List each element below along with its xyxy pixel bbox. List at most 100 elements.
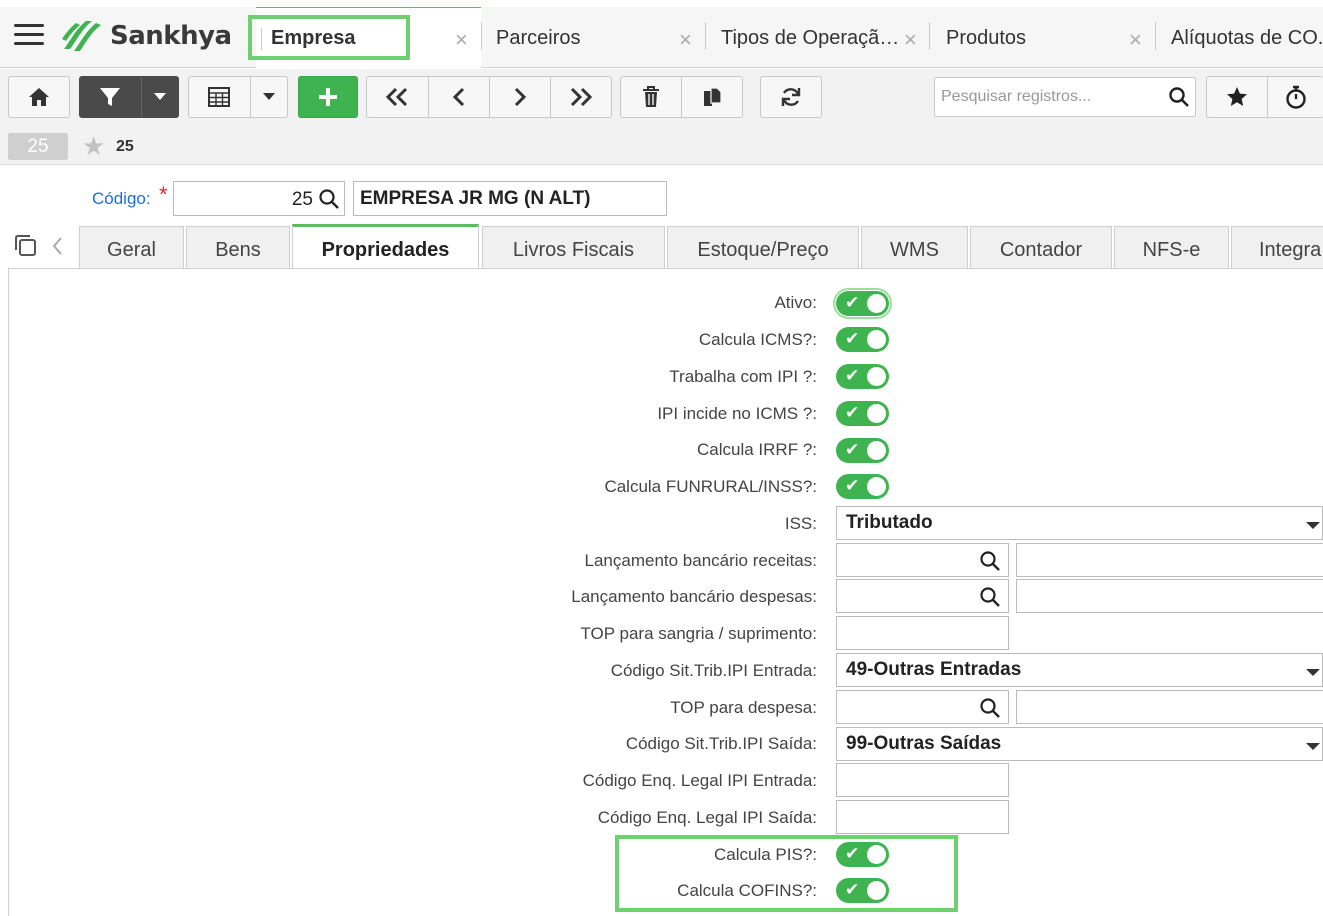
add-icon — [319, 88, 337, 106]
ativo-label: Ativo: — [774, 293, 817, 312]
check-icon: ✔ — [845, 329, 860, 348]
cst-ipi-entrada-value: 49-Outras Entradas — [846, 659, 1022, 680]
filter-main[interactable] — [80, 77, 141, 117]
refresh-button[interactable] — [760, 76, 822, 118]
trabalha-ipi-toggle[interactable]: ✔ — [836, 364, 889, 389]
search-box — [934, 77, 1196, 117]
grid-dropdown[interactable] — [249, 77, 287, 117]
cst-ipi-saida-value: 99-Outras Saídas — [846, 733, 1002, 754]
enq-ipi-saida-field[interactable] — [836, 800, 1009, 834]
grid-view-button[interactable] — [188, 76, 288, 118]
favorite-button[interactable] — [1207, 77, 1267, 117]
top-despesa-code-field[interactable] — [836, 690, 1009, 724]
search-icon[interactable] — [980, 698, 1000, 724]
trash-icon — [643, 86, 659, 107]
search-icon[interactable] — [980, 551, 1000, 577]
close-icon[interactable]: × — [455, 27, 468, 53]
search-icon[interactable] — [980, 587, 1000, 613]
tab-estoque-preco[interactable]: Estoque/Preço — [667, 226, 859, 269]
search-icon[interactable] — [1169, 87, 1189, 113]
ipi-incide-icms-toggle[interactable]: ✔ — [836, 401, 889, 426]
calcula-irrf-toggle[interactable]: ✔ — [836, 438, 889, 463]
app-tab-label: Tipos de Operaçã… — [721, 26, 899, 49]
add-button[interactable] — [298, 76, 358, 118]
app-tab-label: Parceiros — [496, 26, 581, 49]
app-tab-label: Produtos — [946, 26, 1027, 49]
app-tab-label: Alíquotas de CO. — [1171, 26, 1323, 49]
grid-main[interactable] — [189, 77, 250, 117]
top-sangria-label: TOP para sangria / suprimento: — [580, 624, 817, 643]
cst-ipi-saida-label: Código Sit.Trib.IPI Saída: — [625, 734, 817, 753]
ipi-incide-icms-label: IPI incide no ICMS ?: — [657, 404, 817, 423]
panel-border — [8, 268, 9, 916]
codigo-label[interactable]: Código: — [92, 189, 151, 209]
required-icon: * — [159, 182, 168, 207]
home-icon — [29, 88, 49, 106]
cst-ipi-entrada-label: Código Sit.Trib.IPI Entrada: — [610, 661, 817, 680]
tab-bens[interactable]: Bens — [186, 226, 290, 269]
check-icon: ✔ — [845, 403, 860, 422]
timer-button[interactable] — [1267, 77, 1323, 117]
lanc-despesas-code-field[interactable] — [836, 579, 1009, 613]
previous-record-button[interactable] — [427, 77, 490, 117]
first-record-button[interactable] — [367, 77, 428, 117]
app-tab-produtos[interactable]: Produtos × — [930, 8, 1154, 68]
iss-select[interactable]: Tributado — [836, 506, 1323, 540]
cst-ipi-entrada-select[interactable]: 49-Outras Entradas — [836, 653, 1323, 687]
tab-geral[interactable]: Geral — [79, 226, 184, 269]
top-despesa-desc-field — [1016, 690, 1323, 724]
lanc-receitas-desc-field — [1016, 543, 1323, 577]
calcula-icms-toggle[interactable]: ✔ — [836, 327, 889, 352]
chevron-left-icon[interactable] — [51, 236, 63, 256]
top-sangria-field[interactable] — [836, 616, 1009, 650]
filter-button[interactable] — [79, 76, 179, 118]
brand-name: Sankhya — [110, 21, 232, 51]
prev-icon — [452, 87, 464, 107]
enq-ipi-entrada-label: Código Enq. Legal IPI Entrada: — [582, 771, 817, 790]
ativo-toggle[interactable]: ✔ — [833, 288, 892, 319]
lanc-receitas-label[interactable]: Lançamento bancário receitas: — [585, 551, 817, 571]
close-icon[interactable]: × — [1129, 27, 1142, 53]
copy-icon — [704, 87, 722, 106]
tab-integracao[interactable]: Integra — [1231, 226, 1323, 269]
tabs-divider — [8, 268, 1323, 269]
delete-button[interactable] — [621, 77, 681, 117]
close-icon[interactable]: × — [679, 27, 692, 53]
lanc-despesas-label[interactable]: Lançamento bancário despesas: — [571, 587, 817, 607]
search-input[interactable] — [935, 78, 1160, 116]
lanc-receitas-code-field[interactable] — [836, 543, 1009, 577]
app-tab-parceiros[interactable]: Parceiros × — [482, 8, 704, 68]
calcula-irrf-label: Calcula IRRF ?: — [697, 440, 817, 459]
enq-ipi-entrada-field[interactable] — [836, 763, 1009, 797]
first-icon — [386, 87, 408, 107]
codigo-field[interactable]: 25 — [173, 181, 345, 216]
close-icon[interactable]: × — [904, 27, 917, 53]
filter-dropdown[interactable] — [140, 77, 178, 117]
next-record-button[interactable] — [489, 77, 550, 117]
star-icon — [1227, 87, 1248, 106]
last-record-button[interactable] — [549, 77, 612, 117]
highlight-pis-cofins — [615, 835, 958, 912]
app-tab-tipos-operacao[interactable]: Tipos de Operaçã… × — [706, 8, 928, 68]
tab-livros-fiscais[interactable]: Livros Fiscais — [482, 226, 665, 269]
navigation-group — [366, 76, 612, 118]
timer-icon — [1286, 85, 1306, 109]
caret-down-icon — [1306, 669, 1320, 676]
calcula-funrural-toggle[interactable]: ✔ — [836, 474, 889, 499]
tab-nfse[interactable]: NFS-e — [1114, 226, 1229, 269]
check-icon: ✔ — [845, 476, 860, 495]
tab-wms[interactable]: WMS — [861, 226, 968, 269]
search-icon[interactable] — [319, 189, 339, 215]
menu-icon[interactable] — [14, 24, 44, 48]
duplicate-button[interactable] — [681, 77, 742, 117]
cst-ipi-saida-select[interactable]: 99-Outras Saídas — [836, 727, 1323, 761]
record-bar: 25 ★ 25 — [0, 127, 1323, 165]
copy-tabs-icon[interactable] — [14, 234, 38, 258]
filter-icon — [100, 88, 121, 106]
tab-propriedades[interactable]: Propriedades — [292, 224, 479, 269]
top-despesa-label[interactable]: TOP para despesa: — [670, 698, 817, 718]
app-tab-aliquotas[interactable]: Alíquotas de CO. — [1156, 8, 1323, 68]
home-button[interactable] — [8, 76, 70, 118]
tab-contador[interactable]: Contador — [970, 226, 1112, 269]
star-icon[interactable]: ★ — [82, 131, 105, 162]
